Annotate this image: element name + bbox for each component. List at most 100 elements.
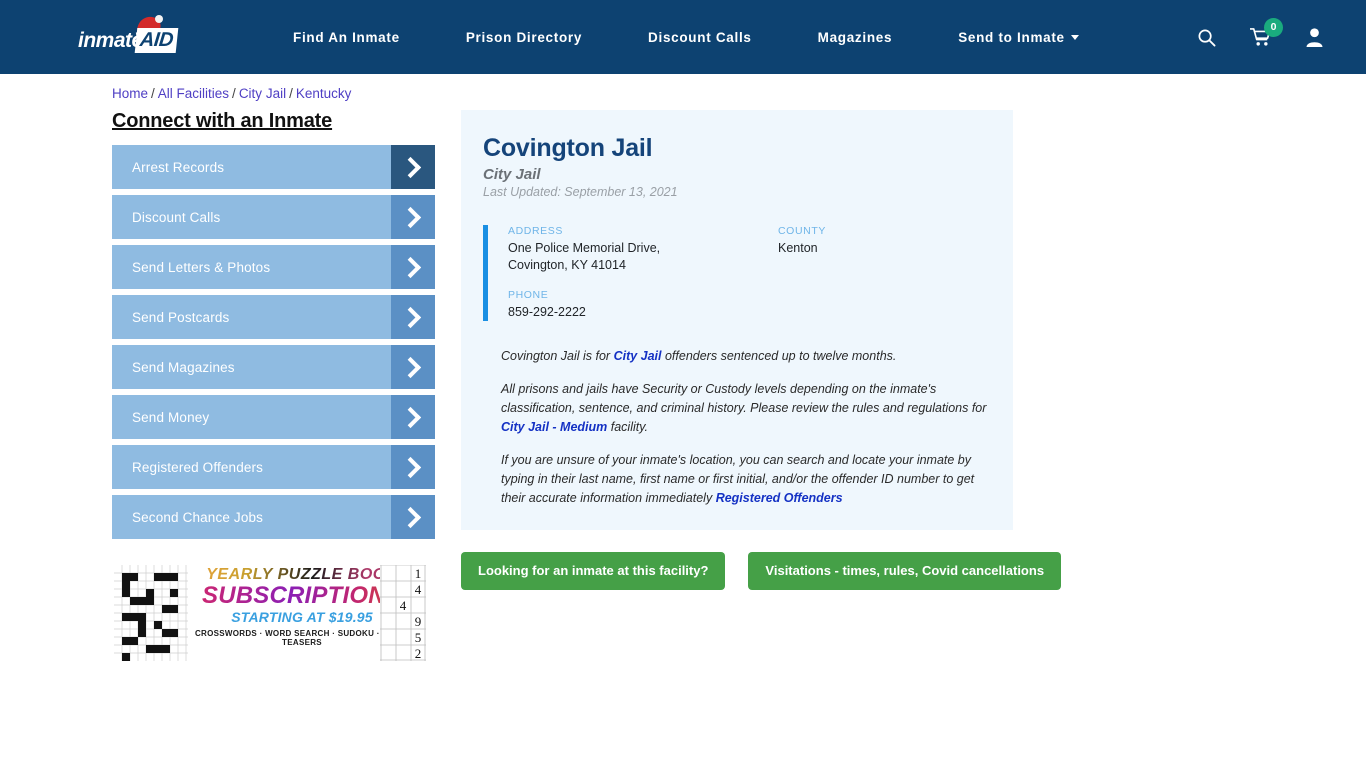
nav-item-find-an-inmate[interactable]: Find An Inmate <box>260 30 433 45</box>
page-body: Home / All Facilities / City Jail / Kentucky C… <box>0 74 1366 664</box>
chevron-right-icon <box>391 245 435 289</box>
breadcrumb: Home / All Facilities / City Jail / Kentucky <box>0 74 1366 101</box>
county-column: COUNTY Kenton <box>778 225 826 321</box>
site-logo[interactable]: inmate AID <box>78 15 186 57</box>
cart-count-badge: 0 <box>1264 18 1283 37</box>
sidebar-item-send-letters-photos[interactable]: Send Letters & Photos <box>112 245 435 289</box>
ad-price-line: STARTING AT $19.95 <box>231 609 373 626</box>
sidebar-item-label: Registered Offenders <box>132 459 264 475</box>
breadcrumb-separator: / <box>151 86 155 101</box>
nav-item-discount-calls[interactable]: Discount Calls <box>615 30 785 45</box>
chevron-right-icon <box>391 145 435 189</box>
nav-item-send-to-inmate[interactable]: Send to Inmate <box>925 30 1112 45</box>
sidebar-item-label: Send Money <box>132 409 210 425</box>
sidebar-item-arrest-records[interactable]: Arrest Records <box>112 145 435 189</box>
svg-text:1: 1 <box>415 566 422 581</box>
address-value: One Police Memorial Drive, Covington, KY… <box>508 241 661 272</box>
paragraph-text: Covington Jail is for <box>501 348 614 363</box>
ad-text-block: YEARLY PUZZLE BOOK SUBSCRIPTIONS STARTIN… <box>192 566 412 648</box>
chevron-right-icon <box>391 395 435 439</box>
last-updated-text: Last Updated: September 13, 2021 <box>483 185 678 199</box>
ad-categories-line: CROSSWORDS · WORD SEARCH · SUDOKU · BRAI… <box>194 629 410 648</box>
sidebar-item-label: Arrest Records <box>132 159 225 175</box>
facility-contact-block: ADDRESS One Police Memorial Drive, Covin… <box>483 225 991 321</box>
visitations-button[interactable]: Visitations - times, rules, Covid cancel… <box>748 551 1062 590</box>
county-label: COUNTY <box>778 225 826 237</box>
paragraph-text: facility. <box>607 419 649 434</box>
description-paragraph-1: Covington Jail is for City Jail offender… <box>501 347 987 366</box>
breadcrumb-separator: / <box>289 86 293 101</box>
sidebar-item-registered-offenders[interactable]: Registered Offenders <box>112 445 435 489</box>
nav-label: Magazines <box>817 29 893 45</box>
chevron-right-icon <box>391 445 435 489</box>
crossword-grid-graphic <box>114 565 188 661</box>
sidebar-item-send-money[interactable]: Send Money <box>112 395 435 439</box>
nav-label: Send to Inmate <box>958 29 1065 45</box>
sidebar-item-second-chance-jobs[interactable]: Second Chance Jobs <box>112 495 435 539</box>
chevron-right-icon <box>391 345 435 389</box>
paragraph-text: All prisons and jails have Security or C… <box>501 381 987 415</box>
sidebar-item-send-magazines[interactable]: Send Magazines <box>112 345 435 389</box>
sidebar-item-label: Send Postcards <box>132 309 230 325</box>
nav-icon-group: 0 <box>1197 18 1336 47</box>
svg-text:5: 5 <box>415 630 422 645</box>
phone-value: 859-292-2222 <box>508 305 586 319</box>
page-title: Covington Jail <box>483 134 653 162</box>
breadcrumb-item-home[interactable]: Home <box>112 86 148 101</box>
address-label: ADDRESS <box>508 225 563 237</box>
sidebar: Connect with an Inmate Arrest Records Di… <box>112 110 435 664</box>
chevron-right-icon <box>391 495 435 539</box>
logo-text-inmate: inmate <box>78 29 143 52</box>
main-column: Covington Jail City Jail Last Updated: S… <box>461 110 1062 664</box>
sidebar-item-label: Discount Calls <box>132 209 221 225</box>
address-phone-column: ADDRESS One Police Memorial Drive, Covin… <box>508 225 778 321</box>
top-navigation-bar: inmate AID Find An Inmate Prison Directo… <box>0 0 1366 74</box>
svg-text:4: 4 <box>415 582 422 597</box>
looking-for-inmate-button[interactable]: Looking for an inmate at this facility? <box>461 551 726 590</box>
cart-button[interactable]: 0 <box>1250 18 1283 47</box>
sidebar-item-label: Send Letters & Photos <box>132 259 271 275</box>
phone-label: PHONE <box>508 289 549 301</box>
chevron-down-icon <box>1070 35 1079 41</box>
description-paragraph-2: All prisons and jails have Security or C… <box>501 380 987 437</box>
paragraph-text: offenders sentenced up to twelve months. <box>661 348 897 363</box>
sidebar-item-send-postcards[interactable]: Send Postcards <box>112 295 435 339</box>
facility-info-card: Covington Jail City Jail Last Updated: S… <box>461 110 1013 530</box>
nav-label: Discount Calls <box>648 29 752 45</box>
svg-text:9: 9 <box>415 614 422 629</box>
breadcrumb-separator: / <box>232 86 236 101</box>
sidebar-item-discount-calls[interactable]: Discount Calls <box>112 195 435 239</box>
link-registered-offenders[interactable]: Registered Offenders <box>716 491 843 505</box>
sidebar-item-label: Second Chance Jobs <box>132 509 264 525</box>
facility-description: Covington Jail is for City Jail offender… <box>483 347 991 508</box>
search-icon <box>1198 29 1216 46</box>
primary-nav: Find An Inmate Prison Directory Discount… <box>260 30 1112 45</box>
breadcrumb-item-city-jail[interactable]: City Jail <box>239 86 286 101</box>
nav-label: Prison Directory <box>465 29 583 45</box>
breadcrumb-item-all-facilities[interactable]: All Facilities <box>158 86 229 101</box>
description-paragraph-3: If you are unsure of your inmate's locat… <box>501 451 987 508</box>
puzzle-book-ad-banner[interactable]: YEARLY PUZZLE BOOK SUBSCRIPTIONS STARTIN… <box>112 563 426 664</box>
breadcrumb-item-kentucky[interactable]: Kentucky <box>296 86 352 101</box>
search-button[interactable] <box>1197 28 1216 47</box>
user-account-icon <box>1306 28 1323 47</box>
sudoku-grid-graphic: 1 4 4 9 5 2 <box>380 565 426 661</box>
cta-button-row: Looking for an inmate at this facility? … <box>461 551 1062 590</box>
chevron-right-icon <box>391 195 435 239</box>
svg-text:4: 4 <box>400 598 407 613</box>
link-city-jail[interactable]: City Jail <box>614 349 662 363</box>
ad-headline-2: SUBSCRIPTIONS <box>192 583 412 608</box>
link-city-jail-medium[interactable]: City Jail - Medium <box>501 420 607 434</box>
sidebar-item-label: Send Magazines <box>132 359 235 375</box>
sidebar-heading: Connect with an Inmate <box>112 110 333 132</box>
nav-item-magazines[interactable]: Magazines <box>785 30 926 45</box>
content-area: Connect with an Inmate Arrest Records Di… <box>0 110 1366 664</box>
nav-label: Find An Inmate <box>293 29 400 45</box>
chevron-right-icon <box>391 295 435 339</box>
county-value: Kenton <box>778 241 818 255</box>
svg-text:2: 2 <box>415 646 422 661</box>
account-button[interactable] <box>1305 27 1324 47</box>
facility-type: City Jail <box>483 166 541 183</box>
nav-item-prison-directory[interactable]: Prison Directory <box>433 30 615 45</box>
logo-text-aid: AID <box>134 28 179 53</box>
